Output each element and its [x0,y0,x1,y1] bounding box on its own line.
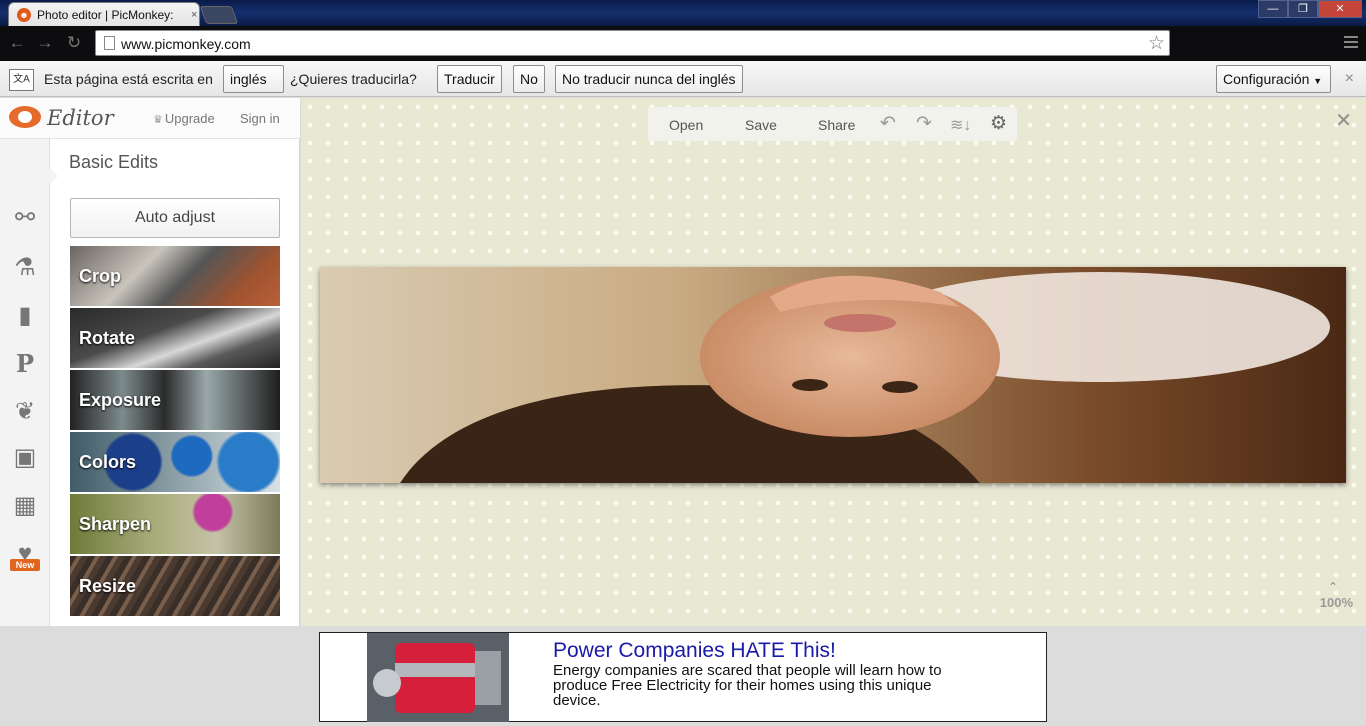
language-select[interactable]: inglés ▼ [223,65,284,112]
bookmark-star-icon[interactable]: ☆ [1148,32,1165,55]
tool-colors[interactable]: Colors [70,432,280,492]
brand-name: Editor [47,106,114,130]
active-category-indicator [48,166,58,186]
textures-icon[interactable]: ▦ [10,491,40,521]
browser-toolbar: ← → ↻ www.picmonkey.com ☆ [0,26,1366,61]
tool-label: Resize [79,576,137,596]
photo-canvas[interactable] [320,267,1346,483]
picmonkey-favicon-icon: ☻ [17,7,31,22]
new-badge: New [10,559,40,571]
browser-tab[interactable]: ☻ Photo editor | PicMonkey: × [8,2,200,26]
translate-infobar: 文A Esta página está escrita en inglés ▼ … [0,61,1366,112]
tool-resize[interactable]: Resize [70,556,280,616]
overlays-icon[interactable]: ❦ [10,397,40,427]
back-arrow-icon[interactable]: ← [6,33,28,53]
chrome-menu-icon[interactable] [1344,36,1358,48]
undo-icon[interactable]: ↶ [880,112,896,135]
tool-label: Colors [79,452,137,472]
close-window-button[interactable]: ✕ [1318,0,1362,18]
address-bar[interactable]: www.picmonkey.com ☆ [95,30,1170,56]
ad-body: Energy companies are scared that people … [553,662,942,709]
photo-image [320,267,1346,483]
upgrade-label: Upgrade [164,111,215,126]
tab-close-icon[interactable]: × [191,9,197,21]
effects-flask-icon[interactable]: ⚗ [10,253,40,283]
translate-question: ¿Quieres traducirla? [290,71,417,87]
reload-icon[interactable]: ↻ [63,33,85,53]
upgrade-link[interactable]: ♛ Upgrade [153,111,215,126]
translate-prefix: Esta página está escrita en [44,71,213,87]
picmonkey-logo-icon[interactable] [9,106,41,128]
forward-arrow-icon[interactable]: → [34,33,56,53]
text-p-icon[interactable]: P [10,349,40,379]
redo-icon[interactable]: ↷ [916,112,932,135]
tab-title: Photo editor | PicMonkey: [37,7,174,22]
minimize-button[interactable]: — [1258,0,1288,18]
tool-label: Crop [79,266,121,286]
section-title: Basic Edits [69,152,159,172]
frames-icon[interactable]: ▣ [10,443,40,473]
tool-label: Sharpen [79,514,152,534]
share-button[interactable]: Share [818,117,855,133]
url-text[interactable]: www.picmonkey.com [121,36,251,52]
zoom-level[interactable]: 100% [1320,595,1353,610]
close-canvas-icon[interactable]: ✕ [1335,108,1352,133]
crown-icon: ♛ [153,114,163,126]
browser-titlebar: ☻ Photo editor | PicMonkey: × — ❐ ✕ [0,0,1366,26]
close-infobar-icon[interactable]: × [1345,70,1354,88]
language-value: inglés [230,71,267,87]
editing-canvas: Open Save Share ↶ ↷ ≋↓ ⚙ ✕ ⌃ 100% [301,98,1366,626]
translate-button[interactable]: Traducir [437,65,502,93]
tool-label: Rotate [79,328,136,348]
generator-image [367,633,509,722]
tool-label: Exposure [79,390,162,410]
new-tab-button[interactable] [199,6,239,24]
auto-adjust-button[interactable]: Auto adjust [70,198,280,238]
layers-download-icon[interactable]: ≋↓ [950,115,971,135]
save-button[interactable]: Save [745,117,777,133]
ad-image[interactable] [367,633,509,722]
never-translate-button[interactable]: No traducir nunca del inglés [555,65,743,93]
tool-crop[interactable]: Crop [70,246,280,306]
brand-bar: Editor ♛ Upgrade Sign in [0,98,300,139]
sign-in-link[interactable]: Sign in [240,111,280,126]
ad-title[interactable]: Power Companies HATE This! [553,639,836,663]
no-button[interactable]: No [513,65,545,93]
maximize-button[interactable]: ❐ [1288,0,1318,18]
zoom-chevron-up-icon[interactable]: ⌃ [1328,580,1338,594]
settings-value: Configuración [1223,71,1310,87]
page-icon [104,36,115,50]
tool-category-rail: ⚯ ⚗ ▮ P ❦ ▣ ▦ ♥ New [0,139,50,626]
editor-sidepanel: Editor ♛ Upgrade Sign in ⚯ ⚗ ▮ P ❦ ▣ ▦ ♥ … [0,98,300,626]
tool-sharpen[interactable]: Sharpen [70,494,280,554]
window-controls: — ❐ ✕ [1258,0,1362,18]
ad-banner[interactable]: Power Companies HATE This! Energy compan… [319,632,1047,722]
basic-edits-icon[interactable]: ⚯ [10,203,40,233]
touch-up-lipstick-icon[interactable]: ▮ [10,301,40,331]
tool-rotate[interactable]: Rotate [70,308,280,368]
edit-toolbar: Open Save Share ↶ ↷ ≋↓ ⚙ [648,107,1017,141]
translate-icon: 文A [9,69,34,91]
gear-icon[interactable]: ⚙ [990,112,1007,135]
settings-select[interactable]: Configuración ▼ [1216,65,1331,93]
chevron-down-icon: ▼ [1313,76,1323,86]
tool-exposure[interactable]: Exposure [70,370,280,430]
open-button[interactable]: Open [669,117,703,133]
